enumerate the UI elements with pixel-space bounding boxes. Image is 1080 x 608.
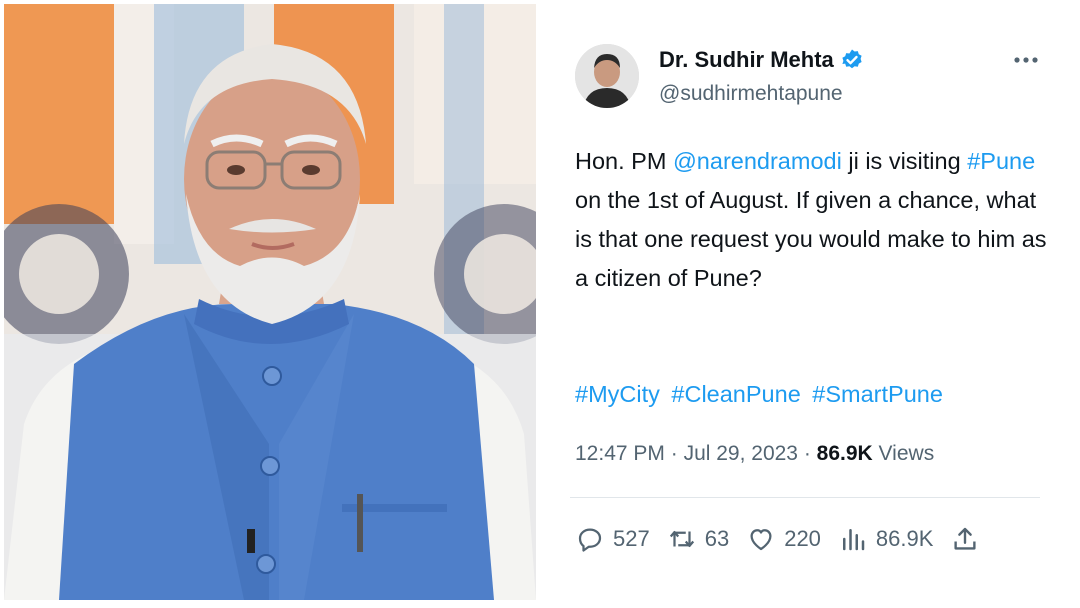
like-button[interactable]: 220	[746, 524, 821, 554]
reply-button[interactable]: 527	[575, 524, 650, 554]
reply-count: 527	[613, 526, 650, 551]
retweet-button[interactable]: 63	[667, 524, 729, 554]
views-button[interactable]: 86.9K	[838, 524, 934, 554]
meta-separator: ·	[798, 442, 817, 465]
hashtag-link[interactable]: #CleanPune	[671, 381, 800, 407]
retweet-count: 63	[704, 526, 730, 551]
like-icon	[750, 529, 772, 551]
share-icon	[954, 527, 976, 550]
meta-separator: ·	[664, 442, 684, 465]
tweet-text-part: on the 1st of August. If given a chance,…	[575, 187, 1047, 291]
retweet-icon	[669, 531, 694, 547]
author-name-row[interactable]: Dr. Sudhir Mehta	[659, 47, 864, 73]
author-handle[interactable]: @sudhirmehtapune	[659, 82, 843, 106]
more-options-icon[interactable]	[1012, 48, 1040, 72]
verified-badge-icon	[842, 49, 862, 69]
tweet-text-part: ji is visiting	[841, 148, 968, 174]
tweet-time[interactable]: 12:47 PM	[575, 442, 665, 465]
views-icon	[842, 529, 865, 551]
hashtag-link[interactable]: #Pune	[967, 148, 1035, 174]
hashtag-link[interactable]: #MyCity	[575, 381, 660, 407]
tweet-text-part: Hon. PM	[575, 148, 673, 174]
views-count: 86.9K	[816, 442, 873, 465]
share-button[interactable]	[950, 524, 988, 554]
action-bar: 527 63 220 86.9K	[575, 524, 1005, 554]
tweet-date[interactable]: Jul 29, 2023	[684, 442, 798, 465]
hashtag-link[interactable]: #SmartPune	[812, 381, 943, 407]
like-count: 220	[784, 526, 821, 551]
reply-icon	[578, 528, 602, 552]
divider	[570, 497, 1040, 498]
portrait-photo	[4, 4, 536, 600]
tweet-card: Dr. Sudhir Mehta @sudhirmehtapune Hon. P…	[540, 0, 1080, 608]
views-label: Views	[872, 442, 935, 465]
mention-link[interactable]: @narendramodi	[673, 148, 842, 174]
views-action-count: 86.9K	[875, 526, 934, 551]
hashtag-list: #MyCity #CleanPune #SmartPune	[575, 377, 948, 411]
author-name[interactable]: Dr. Sudhir Mehta	[659, 47, 834, 73]
tweet-text: Hon. PM @narendramodi ji is visiting #Pu…	[575, 142, 1055, 298]
tweet-meta: 12:47 PM · Jul 29, 2023 · 86.9K Views	[575, 442, 934, 466]
author-avatar[interactable]	[575, 44, 639, 108]
